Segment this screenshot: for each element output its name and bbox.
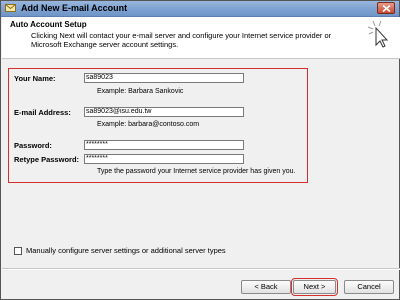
email-address-label: E-mail Address: — [14, 108, 71, 117]
close-button[interactable] — [377, 2, 395, 14]
manual-config-label: Manually configure server settings or ad… — [26, 246, 226, 255]
dialog-window: Add New E-mail Account Auto Account Setu… — [0, 0, 400, 300]
page-title: Auto Account Setup — [10, 20, 87, 29]
header-panel: Auto Account Setup Clicking Next will co… — [2, 17, 400, 59]
email-address-input[interactable]: sa89023@isu.edu.tw — [84, 107, 244, 117]
mail-icon — [5, 4, 16, 12]
back-button[interactable]: < Back — [241, 280, 291, 294]
click-cursor-icon — [367, 20, 389, 48]
your-name-example: Example: Barbara Sankovic — [97, 88, 184, 95]
your-name-label: Your Name: — [14, 74, 56, 83]
footer-divider — [2, 268, 400, 270]
close-icon — [382, 5, 391, 12]
title-bar: Add New E-mail Account — [1, 1, 399, 17]
email-example: Example: barbara@contoso.com — [97, 121, 200, 128]
page-description: Clicking Next will contact your e-mail s… — [31, 31, 332, 49]
retype-password-label: Retype Password: — [14, 155, 80, 164]
retype-password-input[interactable]: ******** — [84, 154, 244, 164]
window-title: Add New E-mail Account — [21, 3, 128, 13]
password-label: Password: — [14, 141, 52, 150]
password-input[interactable]: ******** — [84, 140, 244, 150]
password-hint: Type the password your Internet service … — [97, 168, 296, 175]
manual-config-checkbox[interactable] — [14, 247, 22, 255]
next-button[interactable]: Next > — [291, 278, 338, 296]
cancel-button[interactable]: Cancel — [344, 280, 394, 294]
your-name-input[interactable]: sa89023 — [84, 73, 244, 83]
